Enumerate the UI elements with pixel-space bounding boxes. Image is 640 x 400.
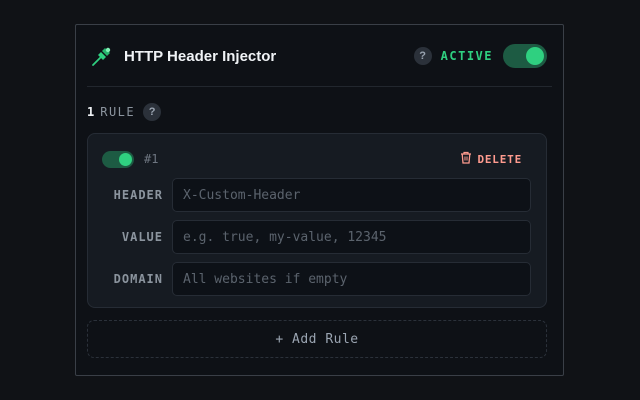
rule-toggle[interactable] <box>102 150 134 168</box>
delete-rule-button[interactable]: DELETE <box>460 151 522 167</box>
header-field-row: HEADER <box>88 178 546 212</box>
add-rule-button[interactable]: + Add Rule <box>87 320 547 358</box>
trash-icon <box>460 151 472 167</box>
help-button[interactable]: ? <box>413 47 432 65</box>
pin-icon <box>90 44 114 68</box>
header-divider <box>87 86 552 87</box>
rules-help-button[interactable]: ? <box>143 103 162 121</box>
toggle-knob <box>119 152 132 166</box>
domain-field-label: DOMAIN <box>113 272 163 286</box>
rule-count-label: RULE <box>100 105 136 119</box>
rule-count-number: 1 <box>87 105 95 119</box>
header-name-input[interactable] <box>172 178 531 212</box>
status-label: ACTIVE <box>440 49 493 63</box>
rule-id: #1 <box>144 152 159 166</box>
rule-card: #1 DELETE HEADER VALUE <box>87 133 547 308</box>
rule-card-header: #1 DELETE <box>102 150 532 168</box>
master-toggle[interactable] <box>503 44 547 68</box>
extension-popup: HTTP Header Injector ? ACTIVE 1 RULE ? #… <box>75 24 564 376</box>
app-title: HTTP Header Injector <box>124 47 277 65</box>
toggle-knob <box>526 47 544 65</box>
rule-count: 1 RULE ? <box>87 102 162 122</box>
value-field-label: VALUE <box>121 230 163 244</box>
value-field-row: VALUE <box>88 220 546 254</box>
popup-header: HTTP Header Injector ? ACTIVE <box>76 25 563 87</box>
delete-label: DELETE <box>477 152 522 166</box>
header-field-label: HEADER <box>113 188 163 202</box>
domain-field-row: DOMAIN <box>88 262 546 296</box>
header-value-input[interactable] <box>172 220 531 254</box>
domain-input[interactable] <box>172 262 531 296</box>
